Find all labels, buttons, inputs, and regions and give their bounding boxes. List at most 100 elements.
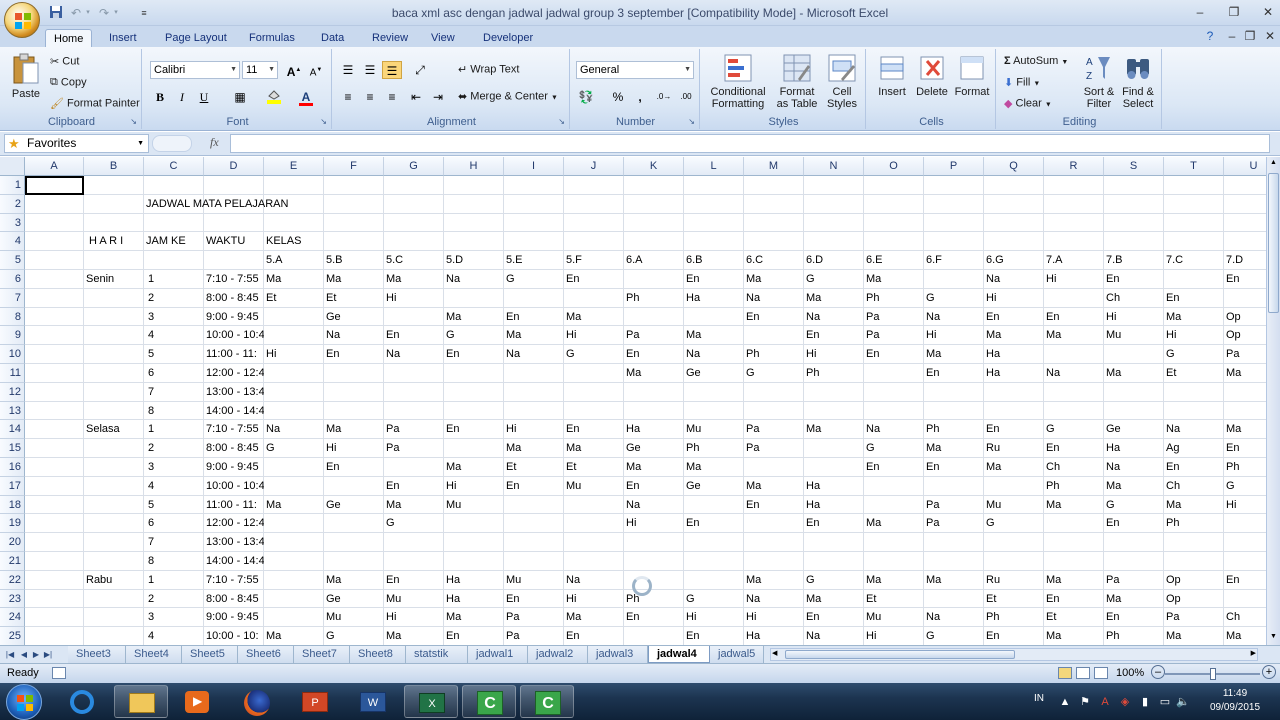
schedule-cell[interactable]: Pa bbox=[924, 514, 984, 532]
schedule-cell[interactable]: Op bbox=[1164, 590, 1224, 608]
scroll-right-icon[interactable]: ▶ bbox=[1251, 649, 1256, 657]
schedule-cell[interactable]: Et bbox=[264, 289, 324, 307]
jam-cell[interactable]: 8 bbox=[144, 552, 204, 570]
insert-cells-button[interactable]: Insert bbox=[874, 53, 910, 98]
class-header-cell[interactable]: 7.D bbox=[1224, 251, 1266, 269]
align-top-icon[interactable]: ☰ bbox=[338, 61, 358, 79]
schedule-cell[interactable]: Hi bbox=[924, 326, 984, 344]
schedule-cell[interactable]: Et bbox=[324, 289, 384, 307]
schedule-cell[interactable]: G bbox=[324, 627, 384, 645]
schedule-cell[interactable]: Ma bbox=[504, 326, 564, 344]
battery-icon[interactable]: ▭ bbox=[1158, 695, 1172, 709]
waktu-cell[interactable]: 10:00 - 10:45 bbox=[204, 477, 264, 495]
jam-cell[interactable]: 1 bbox=[144, 270, 204, 288]
row-header-15[interactable]: 15 bbox=[0, 439, 25, 458]
schedule-cell[interactable]: En bbox=[924, 458, 984, 476]
schedule-cell[interactable]: Ma bbox=[1104, 364, 1164, 382]
schedule-cell[interactable]: Hi bbox=[1044, 270, 1104, 288]
schedule-cell[interactable]: En bbox=[1164, 289, 1224, 307]
waktu-cell[interactable]: 7:10 - 7:55 bbox=[204, 571, 264, 589]
jam-cell[interactable]: 6 bbox=[144, 514, 204, 532]
row-header-25[interactable]: 25 bbox=[0, 627, 25, 645]
schedule-cell[interactable]: Na bbox=[804, 627, 864, 645]
header-waktu-cell[interactable]: WAKTU bbox=[204, 232, 264, 250]
cell-styles-button[interactable]: Cell Styles bbox=[822, 53, 862, 110]
class-header-cell[interactable]: 6.G bbox=[984, 251, 1044, 269]
schedule-cell[interactable]: Hi bbox=[1164, 326, 1224, 344]
class-header-cell[interactable]: 6.A bbox=[624, 251, 684, 269]
tab-developer[interactable]: Developer bbox=[475, 29, 541, 47]
class-header-cell[interactable]: 5.C bbox=[384, 251, 444, 269]
show-hidden-icons-icon[interactable]: ▲ bbox=[1058, 695, 1072, 709]
column-header-k[interactable]: K bbox=[624, 157, 684, 176]
schedule-cell[interactable]: Pa bbox=[384, 439, 444, 457]
decrease-decimal-icon[interactable]: .00 bbox=[676, 88, 696, 106]
sheet-tab-sheet6[interactable]: Sheet6 bbox=[238, 646, 294, 663]
column-header-c[interactable]: C bbox=[144, 157, 204, 176]
waktu-cell[interactable]: 14:00 - 14:45 bbox=[204, 402, 264, 420]
schedule-cell[interactable]: Ma bbox=[744, 571, 804, 589]
schedule-cell[interactable]: Na bbox=[504, 345, 564, 363]
jam-cell[interactable]: 2 bbox=[144, 590, 204, 608]
row-header-23[interactable]: 23 bbox=[0, 590, 25, 608]
schedule-cell[interactable]: Ma bbox=[1044, 326, 1104, 344]
increase-decimal-icon[interactable]: .0→ bbox=[654, 88, 674, 106]
schedule-cell[interactable]: Hi bbox=[624, 514, 684, 532]
schedule-cell[interactable]: Op bbox=[1224, 326, 1266, 344]
schedule-cell[interactable]: En bbox=[684, 514, 744, 532]
schedule-cell[interactable]: Na bbox=[744, 289, 804, 307]
column-header-q[interactable]: Q bbox=[984, 157, 1044, 176]
schedule-cell[interactable]: Pa bbox=[504, 608, 564, 626]
tab-view[interactable]: View bbox=[423, 29, 463, 47]
schedule-cell[interactable]: En bbox=[864, 345, 924, 363]
schedule-cell[interactable]: Hi bbox=[1104, 308, 1164, 326]
schedule-cell[interactable]: En bbox=[624, 608, 684, 626]
row-header-19[interactable]: 19 bbox=[0, 514, 25, 533]
schedule-cell[interactable]: Na bbox=[564, 571, 624, 589]
insert-function-icon[interactable]: fx bbox=[210, 135, 219, 150]
schedule-cell[interactable]: Ch bbox=[1224, 608, 1266, 626]
font-color-icon[interactable]: A bbox=[296, 88, 316, 106]
waktu-cell[interactable]: 12:00 - 12:45 bbox=[204, 364, 264, 382]
schedule-cell[interactable]: En bbox=[804, 326, 864, 344]
waktu-cell[interactable]: 11:00 - 11: bbox=[204, 496, 264, 514]
schedule-cell[interactable]: Pa bbox=[1104, 571, 1164, 589]
schedule-cell[interactable]: En bbox=[1224, 439, 1266, 457]
schedule-cell[interactable]: Hi bbox=[804, 345, 864, 363]
schedule-cell[interactable]: En bbox=[444, 345, 504, 363]
schedule-cell[interactable]: En bbox=[384, 477, 444, 495]
schedule-cell[interactable]: Pa bbox=[864, 308, 924, 326]
normal-view-icon[interactable] bbox=[1058, 667, 1072, 679]
waktu-cell[interactable]: 8:00 - 8:45 bbox=[204, 289, 264, 307]
day-cell[interactable]: Senin bbox=[84, 270, 144, 288]
schedule-cell[interactable]: Mu bbox=[324, 608, 384, 626]
schedule-cell[interactable]: Et bbox=[864, 590, 924, 608]
schedule-cell[interactable]: Pa bbox=[864, 326, 924, 344]
copy-button[interactable]: ⧉ Copy bbox=[50, 76, 87, 89]
schedule-cell[interactable]: En bbox=[564, 627, 624, 645]
schedule-cell[interactable]: Ma bbox=[684, 458, 744, 476]
schedule-cell[interactable]: G bbox=[804, 270, 864, 288]
schedule-cell[interactable]: En bbox=[384, 326, 444, 344]
minimize-icon[interactable]: – bbox=[1188, 3, 1212, 21]
schedule-cell[interactable]: En bbox=[624, 345, 684, 363]
dialog-launcher-icon[interactable]: ↘ bbox=[558, 117, 565, 126]
zoom-slider-thumb[interactable] bbox=[1210, 668, 1216, 680]
schedule-cell[interactable]: En bbox=[804, 608, 864, 626]
schedule-cell[interactable]: Ha bbox=[804, 477, 864, 495]
schedule-cell[interactable]: Ch bbox=[1044, 458, 1104, 476]
schedule-cell[interactable]: Ph bbox=[864, 289, 924, 307]
schedule-cell[interactable]: Ma bbox=[1044, 571, 1104, 589]
dialog-launcher-icon[interactable]: ↘ bbox=[320, 117, 327, 126]
fill-color-icon[interactable] bbox=[264, 88, 284, 106]
autosum-button[interactable]: Σ AutoSum ▼ bbox=[1004, 55, 1068, 67]
excel-taskbar[interactable]: X bbox=[404, 685, 458, 718]
schedule-cell[interactable]: Hi bbox=[504, 420, 564, 438]
format-as-table-button[interactable]: Format as Table bbox=[774, 53, 820, 110]
class-header-cell[interactable]: 5.B bbox=[324, 251, 384, 269]
schedule-cell[interactable]: G bbox=[924, 289, 984, 307]
page-layout-view-icon[interactable] bbox=[1076, 667, 1090, 679]
jam-cell[interactable]: 2 bbox=[144, 439, 204, 457]
schedule-cell[interactable]: Ma bbox=[1224, 420, 1266, 438]
clock[interactable]: 11:49 09/09/2015 bbox=[1200, 687, 1270, 715]
